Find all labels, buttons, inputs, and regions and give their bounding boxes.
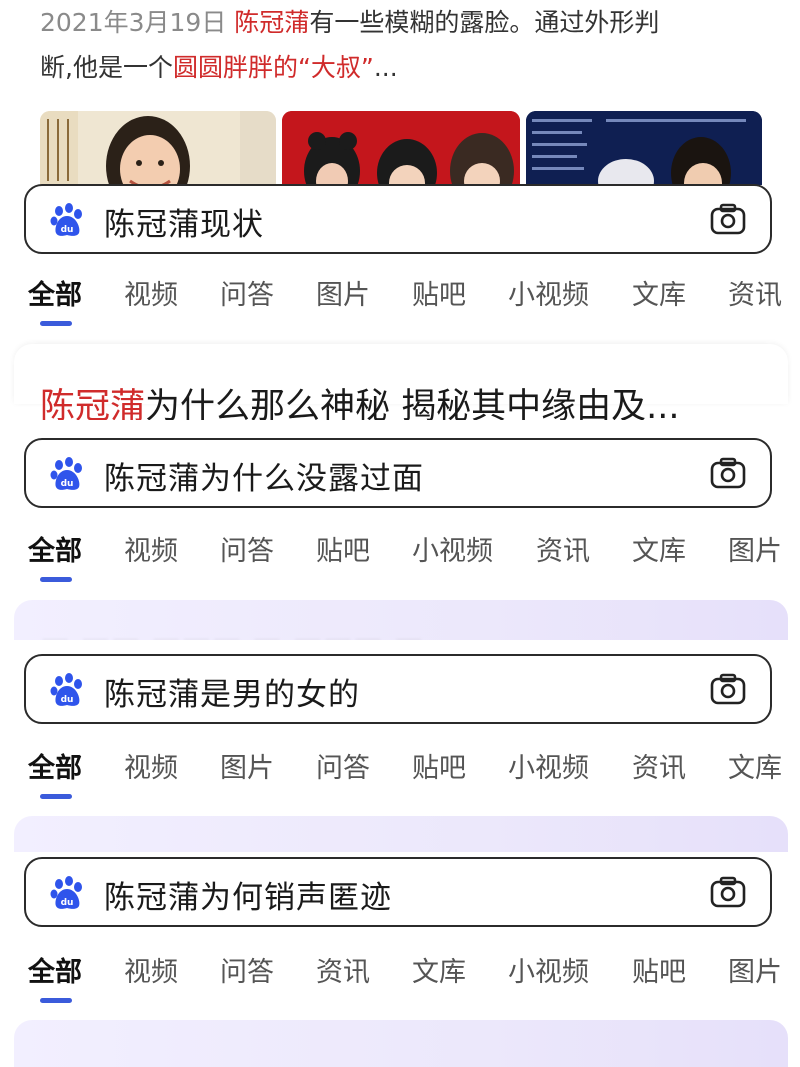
tab-news[interactable]: 资讯	[536, 529, 590, 568]
snippet-text: 有一些模糊的露脸。通过外形判	[309, 8, 660, 37]
tab-video[interactable]: 视频	[124, 273, 178, 312]
baidu-paw-icon: du	[50, 457, 82, 490]
tab-news[interactable]: 资讯	[728, 273, 782, 312]
search-query[interactable]: 陈冠蒲为何销声匿迹	[104, 872, 392, 917]
active-tab-indicator	[40, 321, 72, 326]
baidu-paw-icon: du	[50, 203, 82, 236]
tab-all[interactable]: 全部	[28, 529, 82, 568]
active-tab-indicator	[40, 998, 72, 1003]
camera-icon[interactable]	[710, 457, 746, 489]
tab-all[interactable]: 全部	[28, 273, 82, 312]
active-tab-indicator	[40, 577, 72, 582]
search-box[interactable]: du 陈冠蒲为何销声匿迹	[24, 857, 772, 927]
svg-text:du: du	[61, 225, 74, 235]
result-thumbnail-1[interactable]	[40, 111, 276, 185]
result-card	[14, 816, 788, 856]
tab-tieba[interactable]: 贴吧	[316, 529, 370, 568]
tab-short-video[interactable]: 小视频	[508, 273, 589, 312]
tab-short-video[interactable]: 小视频	[412, 529, 493, 568]
snippet-text: 断,他是一个	[40, 53, 173, 82]
search-query[interactable]: 陈冠蒲为什么没露过面	[104, 453, 424, 498]
tab-qa[interactable]: 问答	[220, 273, 274, 312]
tab-wenku[interactable]: 文库	[728, 746, 782, 785]
tab-news[interactable]: 资讯	[632, 746, 686, 785]
tab-image[interactable]: 图片	[728, 529, 782, 568]
search-tabs: 全部 视频 问答 图片 贴吧 小视频 文库 资讯	[0, 273, 800, 343]
snippet-line-2: 断,他是一个圆圆胖胖的“大叔”...	[40, 48, 398, 84]
tab-video[interactable]: 视频	[124, 746, 178, 785]
tab-all[interactable]: 全部	[28, 950, 82, 989]
actress-photo	[40, 111, 276, 185]
search-query[interactable]: 陈冠蒲现状	[104, 199, 264, 244]
baidu-paw-icon: du	[50, 876, 82, 909]
tab-image[interactable]: 图片	[220, 746, 274, 785]
result-thumbnail-3[interactable]	[526, 111, 762, 185]
tab-tieba[interactable]: 贴吧	[412, 746, 466, 785]
drama-poster	[282, 111, 520, 185]
search-tabs: 全部 视频 问答 资讯 文库 小视频 贴吧 图片	[0, 950, 800, 1020]
tab-wenku[interactable]: 文库	[632, 529, 686, 568]
search-box[interactable]: du 陈冠蒲是男的女的	[24, 654, 772, 724]
search-box[interactable]: du 陈冠蒲现状	[24, 184, 772, 254]
tab-short-video[interactable]: 小视频	[508, 746, 589, 785]
svg-text:du: du	[61, 479, 74, 489]
faded-result-text: ▬▬ ▬▬ ▬▬ ▬▬ ▬▬ ▬▬	[40, 1052, 454, 1067]
search-query[interactable]: 陈冠蒲是男的女的	[104, 669, 360, 714]
search-box[interactable]: du 陈冠蒲为什么没露过面	[24, 438, 772, 508]
tab-image[interactable]: 图片	[316, 273, 370, 312]
faded-result-text: ▬ ▬▬ ▬▬▬ ▬ ▬▬▬ ▬	[40, 624, 423, 640]
tab-news[interactable]: 资讯	[316, 950, 370, 989]
svg-text:du: du	[61, 898, 74, 908]
tab-qa[interactable]: 问答	[220, 950, 274, 989]
tab-wenku[interactable]: 文库	[632, 273, 686, 312]
snippet-highlight: 陈冠蒲	[234, 8, 310, 37]
snippet-date: 2021年3月19日	[40, 8, 227, 37]
tab-qa[interactable]: 问答	[316, 746, 370, 785]
baidu-paw-icon: du	[50, 673, 82, 706]
drama-still	[526, 111, 762, 185]
snippet-ellipsis: ...	[373, 53, 398, 82]
tab-short-video[interactable]: 小视频	[508, 950, 589, 989]
snippet-highlight: 圆圆胖胖的“大叔”	[172, 53, 374, 82]
camera-icon[interactable]	[710, 203, 746, 235]
search-tabs: 全部 视频 问答 贴吧 小视频 资讯 文库 图片	[0, 529, 800, 599]
tab-tieba[interactable]: 贴吧	[632, 950, 686, 989]
camera-icon[interactable]	[710, 876, 746, 908]
tab-video[interactable]: 视频	[124, 950, 178, 989]
search-tabs: 全部 视频 图片 问答 贴吧 小视频 资讯 文库	[0, 746, 800, 816]
result-thumbnail-2[interactable]	[282, 111, 520, 185]
tab-tieba[interactable]: 贴吧	[412, 273, 466, 312]
top-result-strip: 2021年3月19日 陈冠蒲有一些模糊的露脸。通过外形判 断,他是一个圆圆胖胖的…	[0, 0, 800, 185]
svg-text:du: du	[61, 695, 74, 705]
camera-icon[interactable]	[710, 673, 746, 705]
tab-all[interactable]: 全部	[28, 746, 82, 785]
active-tab-indicator	[40, 794, 72, 799]
tab-qa[interactable]: 问答	[220, 529, 274, 568]
tab-wenku[interactable]: 文库	[412, 950, 466, 989]
tab-video[interactable]: 视频	[124, 529, 178, 568]
snippet-line-1: 2021年3月19日 陈冠蒲有一些模糊的露脸。通过外形判	[40, 3, 659, 39]
tab-image[interactable]: 图片	[728, 950, 782, 989]
